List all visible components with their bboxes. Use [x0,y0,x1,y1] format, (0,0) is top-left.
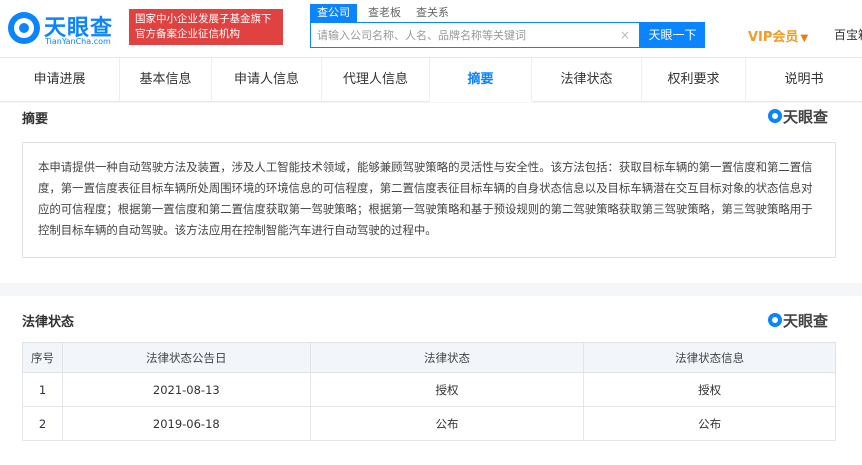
tab-agent-info[interactable]: 代理人信息 [322,58,430,102]
badge-line-1: 国家中小企业发展子基金旗下 [135,13,272,25]
watermark-logo-icon [768,109,782,123]
cell-status: 授权 [309,372,585,407]
search-box: × [310,22,640,48]
watermark-text: 天眼查 [783,312,829,330]
toolbox-link[interactable]: 百宝箱 [834,26,862,43]
vip-label: VIP会员 [748,30,799,45]
patent-nav-tabs: 申请进展 基本信息 申请人信息 代理人信息 摘要 法律状态 权利要求 说明书 [0,58,862,102]
table-row: 1 2021-08-13 授权 授权 [22,372,836,407]
column-header-no: 序号 [22,342,63,373]
badge-line-2: 官方备案企业征信机构 [135,28,240,40]
logo-subtitle: TianYanCha.com [45,37,111,46]
watermark-text: 天眼查 [783,108,829,126]
legal-status-table: 序号 法律状态公告日 法律状态 法律状态信息 1 2021-08-13 授权 授… [22,342,836,441]
column-header-date: 法律状态公告日 [61,342,311,373]
official-badge: 国家中小企业发展子基金旗下 官方备案企业征信机构 [129,9,283,45]
tab-application-progress[interactable]: 申请进展 [0,58,120,102]
cell-no: 2 [22,406,63,441]
search-tab-company[interactable]: 查公司 [310,4,357,22]
search-button[interactable]: 天眼一下 [640,22,705,48]
abstract-title: 摘要 [22,112,49,127]
abstract-text: 本申请提供一种自动驾驶方法及装置，涉及人工智能技术领域，能够兼顾驾驶策略的灵活性… [22,142,836,258]
tab-abstract[interactable]: 摘要 [430,58,532,102]
cell-status: 公布 [309,406,585,441]
top-header: 天眼查 TianYanCha.com 国家中小企业发展子基金旗下 官方备案企业征… [0,0,862,58]
vip-menu[interactable]: VIP会员 ▼ [748,26,808,45]
clear-icon[interactable]: × [617,27,633,43]
cell-no: 1 [22,372,63,407]
tab-legal-status[interactable]: 法律状态 [532,58,642,102]
table-row: 2 2019-06-18 公布 公布 [22,406,836,441]
legal-status-title: 法律状态 [22,315,75,330]
watermark-logo-icon [768,313,782,327]
search-tab-boss[interactable]: 查老板 [368,4,401,22]
cell-date: 2019-06-18 [61,406,311,441]
tab-applicant-info[interactable]: 申请人信息 [212,58,322,102]
column-header-status: 法律状态 [309,342,585,373]
cell-date: 2021-08-13 [61,372,311,407]
cell-info: 授权 [583,372,836,407]
tianyancha-logo[interactable]: 天眼查 TianYanCha.com [8,8,126,48]
tab-description[interactable]: 说明书 [746,58,862,102]
search-tab-relation[interactable]: 查关系 [416,4,449,22]
logo-eye-icon [8,12,40,44]
column-header-info: 法律状态信息 [583,342,836,373]
table-header-row: 序号 法律状态公告日 法律状态 法律状态信息 [22,342,836,373]
cell-info: 公布 [583,406,836,441]
tab-basic-info[interactable]: 基本信息 [120,58,212,102]
search-input[interactable] [317,23,617,47]
tab-claims[interactable]: 权利要求 [642,58,746,102]
caret-down-icon: ▼ [800,33,809,44]
